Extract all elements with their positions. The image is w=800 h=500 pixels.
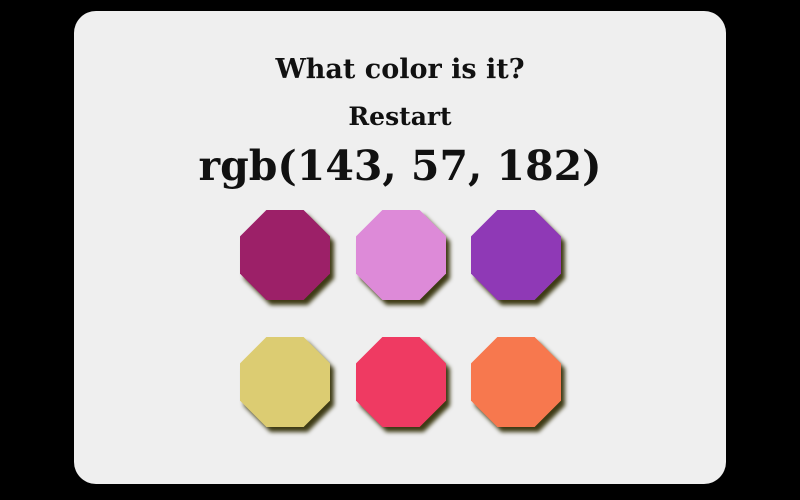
color-swatch-3[interactable]: [471, 210, 561, 300]
color-swatch-6[interactable]: [471, 337, 561, 427]
color-swatch-1[interactable]: [240, 210, 330, 300]
color-swatch-4[interactable]: [240, 337, 330, 427]
game-card: What color is it? Restart rgb(143, 57, 1…: [74, 11, 726, 484]
color-swatch-2[interactable]: [356, 210, 446, 300]
color-swatch-5[interactable]: [356, 337, 446, 427]
swatch-grid: [74, 11, 726, 484]
